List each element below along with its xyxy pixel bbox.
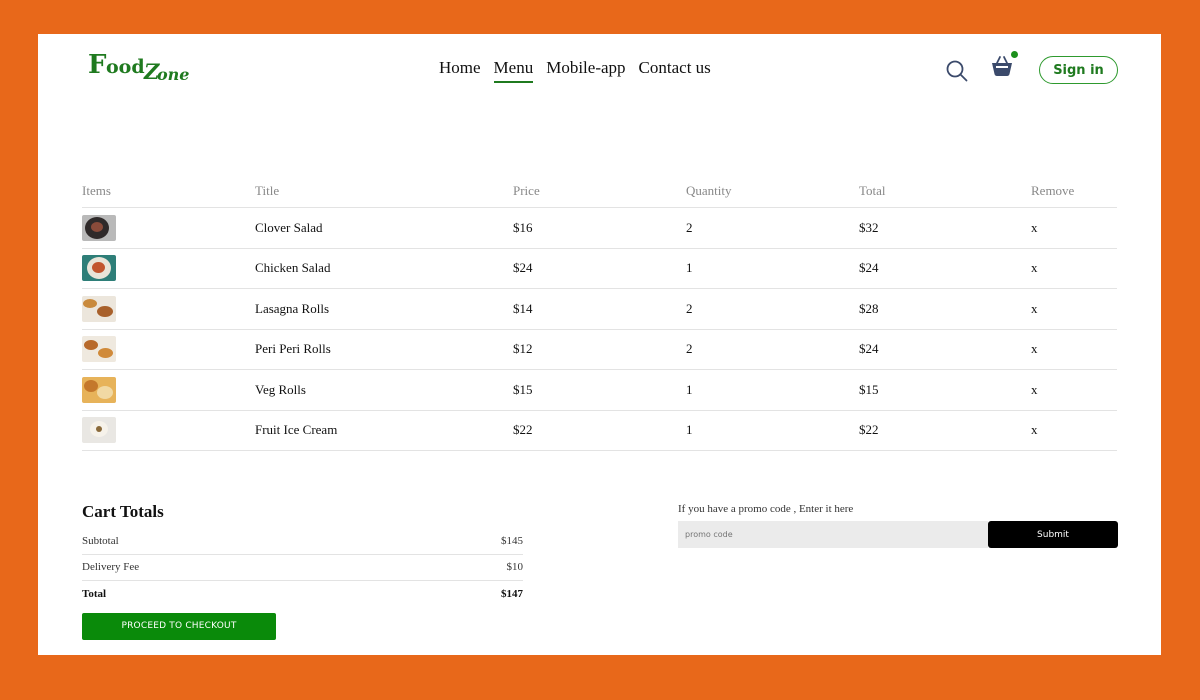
remove-item-button[interactable]: x [1031,411,1038,451]
item-title: Chicken Salad [255,260,331,276]
basket-icon[interactable] [990,54,1014,78]
nav-contact-us[interactable]: Contact us [639,58,711,83]
item-total: $22 [859,422,879,438]
promo-code-form: Submit [678,521,1118,548]
item-image-cell [82,330,116,370]
item-quantity: 2 [686,219,693,235]
table-row: Clover Salad $16 2 $32 x [82,208,1117,249]
brand-logo[interactable]: F ood Z one [88,50,198,84]
item-title: Clover Salad [255,219,323,235]
item-title: Veg Rolls [255,381,306,397]
delivery-fee-label: Delivery Fee [82,561,140,574]
item-image-cell [82,370,116,410]
promo-code-section: If you have a promo code , Enter it here… [678,503,1118,548]
search-icon[interactable] [945,59,969,83]
item-image-cell [82,208,116,248]
table-row: Peri Peri Rolls $12 2 $24 x [82,330,1117,370]
food-image-peri-peri-rolls [82,336,116,363]
remove-item-button[interactable]: x [1031,330,1038,370]
item-quantity: 1 [686,422,693,438]
cart-page: F ood Z one Home Menu Mobile-app Contact… [38,34,1161,655]
item-total: $24 [859,260,879,276]
nav-mobile-app[interactable]: Mobile-app [546,58,625,83]
subtotal-row: Subtotal $145 [82,528,523,555]
promo-submit-button[interactable]: Submit [988,521,1118,548]
subtotal-value: $145 [501,534,523,547]
promo-code-input[interactable] [678,521,988,548]
item-price: $24 [513,260,533,276]
sign-in-button[interactable]: Sign in [1039,56,1118,84]
item-quantity: 2 [686,341,693,357]
item-total: $15 [859,381,879,397]
cart-table: Items Title Price Quantity Total Remove … [82,174,1117,451]
item-price: $12 [513,341,533,357]
food-image-lasagna-rolls [82,295,116,322]
item-total: $32 [859,219,879,235]
table-row: Fruit Ice Cream $22 1 $22 x [82,411,1117,451]
logo-text-one: one [157,65,190,84]
item-total: $28 [859,300,879,316]
column-header-price: Price [513,182,540,198]
item-price: $16 [513,219,533,235]
column-header-quantity: Quantity [686,182,732,198]
remove-item-button[interactable]: x [1031,208,1038,248]
remove-item-button[interactable]: x [1031,289,1038,329]
subtotal-label: Subtotal [82,534,119,547]
item-title: Lasagna Rolls [255,300,330,316]
proceed-to-checkout-button[interactable]: PROCEED TO CHECKOUT [82,612,276,640]
item-image-cell [82,411,116,451]
remove-item-button[interactable]: x [1031,370,1038,410]
item-title: Peri Peri Rolls [255,341,331,357]
total-label: Total [82,588,107,601]
total-row: Total $147 [82,581,523,608]
item-quantity: 1 [686,260,693,276]
delivery-fee-row: Delivery Fee $10 [82,555,524,581]
food-image-veg-rolls [82,376,116,403]
item-quantity: 1 [686,381,693,397]
nav-menu[interactable]: Menu [493,58,534,83]
item-price: $22 [513,422,533,438]
food-image-fruit-ice-cream [82,417,116,444]
total-value: $147 [501,588,523,601]
item-title: Fruit Ice Cream [255,422,338,438]
main-nav: Home Menu Mobile-app Contact us [439,58,711,83]
logo-text-ood: ood [106,56,145,78]
table-header: Items Title Price Quantity Total Remove [82,174,1117,208]
item-price: $15 [513,381,533,397]
logo-letter-f: F [88,50,107,80]
table-row: Lasagna Rolls $14 2 $28 x [82,289,1117,330]
item-total: $24 [859,341,879,357]
table-row: Chicken Salad $24 1 $24 x [82,249,1117,289]
delivery-fee-value: $10 [506,561,524,574]
column-header-total: Total [859,182,886,198]
table-row: Veg Rolls $15 1 $15 x [82,370,1117,411]
promo-code-label: If you have a promo code , Enter it here [678,503,854,515]
food-image-chicken-salad [82,255,116,282]
food-image-clover-salad [82,214,116,241]
column-header-remove: Remove [1031,182,1075,198]
item-price: $14 [513,300,533,316]
nav-home[interactable]: Home [439,58,481,83]
item-quantity: 2 [686,300,693,316]
cart-totals-heading: Cart Totals [82,502,164,521]
column-header-items: Items [82,182,111,198]
cart-totals: Cart Totals Subtotal $145 Delivery Fee $… [82,502,523,640]
item-image-cell [82,289,116,329]
remove-item-button[interactable]: x [1031,249,1038,289]
column-header-title: Title [255,182,280,198]
item-image-cell [82,249,116,289]
cart-badge-dot [1011,51,1018,58]
